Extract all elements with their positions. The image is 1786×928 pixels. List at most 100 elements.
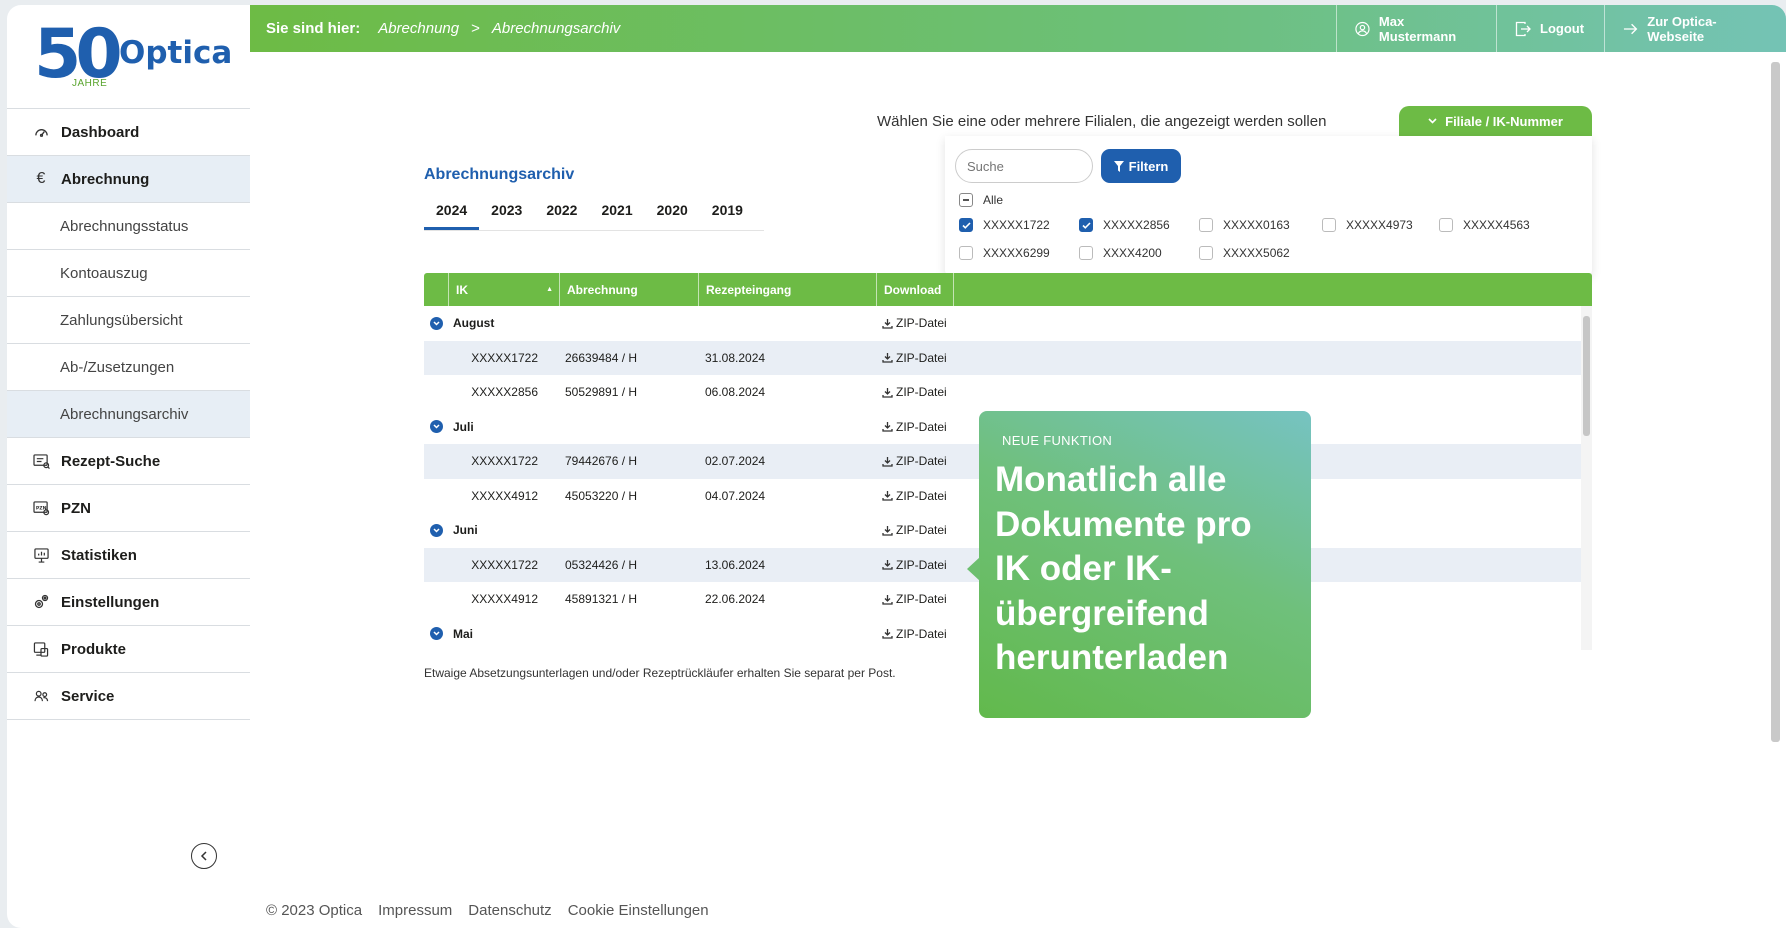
- cell-abrechnung: 45053220 / H: [565, 488, 638, 503]
- headline-line: herunterladen: [995, 638, 1229, 677]
- table-scrollbar-thumb[interactable]: [1583, 316, 1590, 436]
- statistics-icon: [32, 546, 50, 564]
- footer-link-cookie-einstellungen[interactable]: Cookie Einstellungen: [568, 902, 709, 919]
- checkbox-unchecked[interactable]: [1322, 218, 1336, 232]
- tab-2021[interactable]: 2021: [589, 202, 644, 230]
- header-expand-col: [424, 273, 449, 306]
- checkbox-filiale[interactable]: XXXXX2856: [1079, 218, 1170, 232]
- checkbox-unchecked[interactable]: [1199, 246, 1213, 260]
- optica-logo[interactable]: 50 JAHRE Optica: [7, 5, 250, 108]
- footnote: Etwaige Absetzungsunterlagen und/oder Re…: [424, 666, 896, 680]
- checkbox-alle[interactable]: Alle: [959, 193, 1003, 207]
- footer-link-datenschutz[interactable]: Datenschutz: [468, 902, 551, 919]
- gear-icon: [32, 593, 50, 611]
- cell-ik: XXXXX4912: [471, 488, 538, 503]
- breadcrumb-separator: >: [471, 20, 480, 37]
- tab-2020[interactable]: 2020: [645, 202, 700, 230]
- tab-2023[interactable]: 2023: [479, 202, 534, 230]
- cell-ik: XXXXX2856: [471, 385, 538, 400]
- filter-button[interactable]: Filtern: [1101, 149, 1181, 183]
- sidebar-item-zahlungsuebersicht[interactable]: Zahlungsübersicht: [7, 297, 250, 344]
- checkbox-filiale[interactable]: XXXXX4973: [1322, 218, 1413, 232]
- checkbox-filiale[interactable]: XXXX4200: [1079, 246, 1162, 260]
- filiale-ik-button[interactable]: Filiale / IK-Nummer: [1399, 106, 1592, 136]
- logo-name: Optica: [119, 35, 233, 71]
- sidebar-item-abrechnung[interactable]: € Abrechnung: [7, 156, 250, 203]
- download-icon: [882, 422, 893, 432]
- checkbox-filiale[interactable]: XXXXX4563: [1439, 218, 1530, 232]
- zip-download-link[interactable]: ZIP-Datei: [882, 420, 947, 434]
- top-bar: Sie sind hier: Abrechnung > Abrechnungsa…: [250, 5, 1786, 52]
- page-scrollbar-thumb[interactable]: [1771, 62, 1780, 742]
- zip-download-link[interactable]: ZIP-Datei: [882, 454, 947, 468]
- filiale-search-input[interactable]: [955, 149, 1093, 183]
- sidebar-item-label: Rezept-Suche: [61, 452, 161, 470]
- sidebar-item-ab-zusetzungen[interactable]: Ab-/Zusetzungen: [7, 344, 250, 391]
- tab-2024[interactable]: 2024: [424, 202, 480, 230]
- indeterminate-checkbox[interactable]: [959, 193, 973, 207]
- header-download[interactable]: Download: [877, 273, 954, 306]
- download-icon: [882, 560, 893, 570]
- checkbox-filiale[interactable]: XXXXX1722: [959, 218, 1050, 232]
- zip-download-link[interactable]: ZIP-Datei: [882, 523, 947, 537]
- sidebar-item-pzn[interactable]: PZN PZN: [7, 485, 250, 532]
- sidebar-item-abrechnungsarchiv[interactable]: Abrechnungsarchiv: [7, 391, 250, 438]
- checkbox-unchecked[interactable]: [959, 246, 973, 260]
- expand-chevron-icon[interactable]: [430, 316, 443, 330]
- zip-download-link[interactable]: ZIP-Datei: [882, 592, 947, 606]
- sidebar-item-kontoauszug[interactable]: Kontoauszug: [7, 250, 250, 297]
- zip-download-link[interactable]: ZIP-Datei: [882, 385, 947, 399]
- table-scrollbar[interactable]: [1581, 306, 1592, 650]
- zip-download-link[interactable]: ZIP-Datei: [882, 351, 947, 365]
- download-label: ZIP-Datei: [896, 316, 947, 331]
- sidebar-item-dashboard[interactable]: Dashboard: [7, 109, 250, 156]
- expand-chevron-icon[interactable]: [430, 627, 443, 641]
- checkbox-unchecked[interactable]: [1079, 246, 1093, 260]
- tab-2022[interactable]: 2022: [534, 202, 589, 230]
- header-rezepteingang[interactable]: Rezepteingang: [699, 273, 877, 306]
- sidebar-item-service[interactable]: Service: [7, 673, 250, 720]
- breadcrumb-abrechnung[interactable]: Abrechnung: [378, 20, 459, 37]
- website-link[interactable]: Zur Optica-Webseite: [1604, 5, 1786, 52]
- zip-download-link[interactable]: ZIP-Datei: [882, 489, 947, 503]
- sidebar-item-rezept-suche[interactable]: Rezept-Suche: [7, 438, 250, 485]
- sidebar: 50 JAHRE Optica Dashboard € Abrechnung A…: [7, 5, 250, 928]
- download-icon: [882, 353, 893, 363]
- zip-download-link[interactable]: ZIP-Datei: [882, 558, 947, 572]
- checkbox-filiale[interactable]: XXXXX5062: [1199, 246, 1290, 260]
- download-icon: [882, 318, 893, 329]
- header-abrechnung[interactable]: Abrechnung: [560, 273, 699, 306]
- expand-chevron-icon[interactable]: [430, 523, 443, 537]
- footer-link-impressum[interactable]: Impressum: [378, 902, 452, 919]
- checkbox-unchecked[interactable]: [1439, 218, 1453, 232]
- checkbox-checked[interactable]: [959, 218, 973, 232]
- zip-download-link[interactable]: ZIP-Datei: [882, 316, 947, 330]
- header-ik[interactable]: IK ▲: [449, 273, 560, 306]
- cell-ik: XXXXX1722: [471, 454, 538, 469]
- products-icon: [32, 640, 50, 658]
- header-fill: [954, 273, 1592, 306]
- sidebar-item-einstellungen[interactable]: Einstellungen: [7, 579, 250, 626]
- collapse-sidebar-button[interactable]: [191, 843, 217, 869]
- table-header: IK ▲ Abrechnung Rezepteingang Download: [424, 273, 1592, 306]
- checkbox-label: Alle: [983, 193, 1004, 207]
- page-scrollbar[interactable]: [1766, 52, 1786, 892]
- filter-button-label: Filtern: [1128, 158, 1169, 174]
- sidebar-item-abrechnungsstatus[interactable]: Abrechnungsstatus: [7, 203, 250, 250]
- group-month: Juli: [453, 419, 474, 434]
- sidebar-item-produkte[interactable]: Produkte: [7, 626, 250, 673]
- user-button[interactable]: Max Mustermann: [1336, 5, 1496, 52]
- tab-2019[interactable]: 2019: [700, 202, 755, 230]
- zip-download-link[interactable]: ZIP-Datei: [882, 627, 947, 641]
- checkbox-filiale[interactable]: XXXXX6299: [959, 246, 1050, 260]
- checkbox-label: XXXXX0163: [1223, 218, 1290, 232]
- cell-rezepteingang: 06.08.2024: [705, 385, 766, 400]
- logout-button[interactable]: Logout: [1496, 5, 1604, 52]
- checkbox-checked[interactable]: [1079, 218, 1093, 232]
- breadcrumb-abrechnungsarchiv: Abrechnungsarchiv: [491, 20, 621, 37]
- checkbox-unchecked[interactable]: [1199, 218, 1213, 232]
- expand-chevron-icon[interactable]: [430, 420, 443, 434]
- checkbox-filiale[interactable]: XXXXX0163: [1199, 218, 1290, 232]
- dashboard-icon: [32, 123, 50, 141]
- sidebar-item-statistiken[interactable]: Statistiken: [7, 532, 250, 579]
